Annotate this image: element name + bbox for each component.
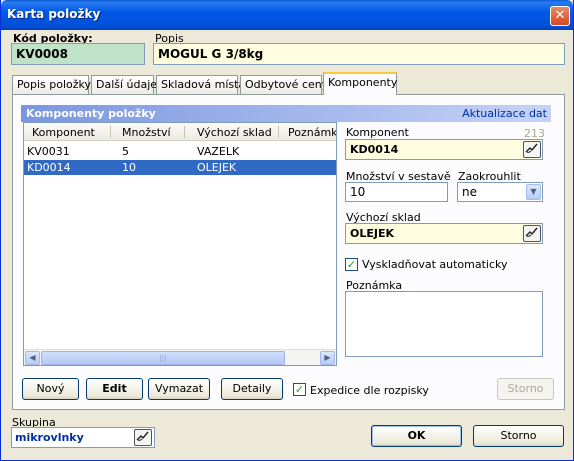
title-bar[interactable]: Karta položky ✕ (1, 0, 573, 30)
refresh-link[interactable]: Aktualizace dat (462, 107, 547, 120)
details-button[interactable]: Detaily (221, 378, 283, 400)
cell-mnozstvi: 10 (122, 161, 136, 174)
scroll-right-icon[interactable]: ▶ (320, 351, 335, 365)
komponent-label: Komponent (346, 126, 409, 139)
column-komponent[interactable]: Komponent (32, 126, 95, 139)
scroll-thumb[interactable]: ||| (41, 351, 285, 365)
section-title: Komponenty položky (26, 107, 156, 120)
column-separator (184, 126, 185, 138)
tab-odbytove-ceny[interactable]: Odbytové ceny (240, 75, 328, 94)
poznamka-textarea[interactable] (345, 291, 543, 357)
zaokrouhlit-select[interactable]: ne ▼ (457, 182, 543, 202)
code-field[interactable]: KV0008 (11, 43, 145, 65)
chevron-down-icon[interactable]: ▼ (526, 184, 541, 200)
cell-sklad: OLEJEK (197, 161, 237, 174)
pen-lookup-icon[interactable] (523, 225, 541, 242)
column-separator (278, 126, 279, 138)
pen-lookup-icon[interactable] (523, 141, 541, 158)
column-mnozstvi[interactable]: Množství (122, 126, 171, 139)
auto-checkbox[interactable]: ✓ (345, 258, 358, 271)
tab-komponenty[interactable]: Komponenty (323, 72, 397, 95)
list-header: Komponent Množství Výchozí sklad Poznámk (24, 123, 336, 141)
sklad-field[interactable]: OLEJEK (345, 223, 543, 244)
components-list[interactable]: Komponent Množství Výchozí sklad Poznámk… (23, 122, 337, 366)
storno-button[interactable]: Storno (473, 425, 564, 447)
checkmark-icon: ✓ (294, 383, 305, 396)
dialog-window: Karta položky ✕ Kód položky: KV0008 Popi… (0, 0, 574, 461)
delete-button[interactable]: Vymazat (148, 378, 210, 400)
ok-button[interactable]: OK (371, 425, 462, 447)
mnozstvi-input[interactable]: 10 (345, 182, 448, 202)
close-button[interactable]: ✕ (550, 6, 570, 26)
scroll-left-icon[interactable]: ◀ (25, 351, 40, 365)
close-icon: ✕ (554, 8, 566, 23)
edit-button[interactable]: Edit (86, 378, 143, 400)
table-row[interactable]: KV0031 5 VAZELK (24, 144, 336, 159)
cell-mnozstvi: 5 (122, 145, 129, 158)
checkmark-icon: ✓ (346, 258, 357, 271)
expedice-checkbox[interactable]: ✓ (293, 383, 306, 396)
cell-komponent: KD0014 (27, 161, 71, 174)
window-title: Karta položky (7, 7, 101, 21)
new-button[interactable]: Nový (22, 378, 79, 400)
auto-label: Vyskladňovat automaticky (362, 258, 508, 271)
komponent-field[interactable]: KD0014 (345, 139, 543, 160)
zaokrouhlit-value: ne (462, 185, 477, 199)
storno-inner-button[interactable]: Storno (497, 378, 554, 400)
cell-komponent: KV0031 (27, 145, 70, 158)
cell-sklad: VAZELK (197, 145, 240, 158)
horizontal-scrollbar[interactable]: ◀ ||| ▶ (24, 349, 336, 365)
section-header: Komponenty položky Aktualizace dat (21, 105, 551, 122)
tab-popis-polozky[interactable]: Popis položky (12, 75, 91, 94)
description-field[interactable]: MOGUL G 3/8kg (153, 43, 565, 65)
column-separator (110, 126, 111, 138)
tab-skladova-mista[interactable]: Skladová místa (156, 75, 245, 94)
tab-dalsi-udaje[interactable]: Další údaje (91, 75, 157, 94)
table-row-selected[interactable]: KD0014 10 OLEJEK (24, 160, 336, 175)
column-vychozi-sklad[interactable]: Výchozí sklad (197, 126, 272, 139)
pen-lookup-icon[interactable] (134, 429, 152, 446)
column-poznamka[interactable]: Poznámk (288, 126, 336, 139)
expedice-label: Expedice dle rozpisky (310, 384, 429, 397)
